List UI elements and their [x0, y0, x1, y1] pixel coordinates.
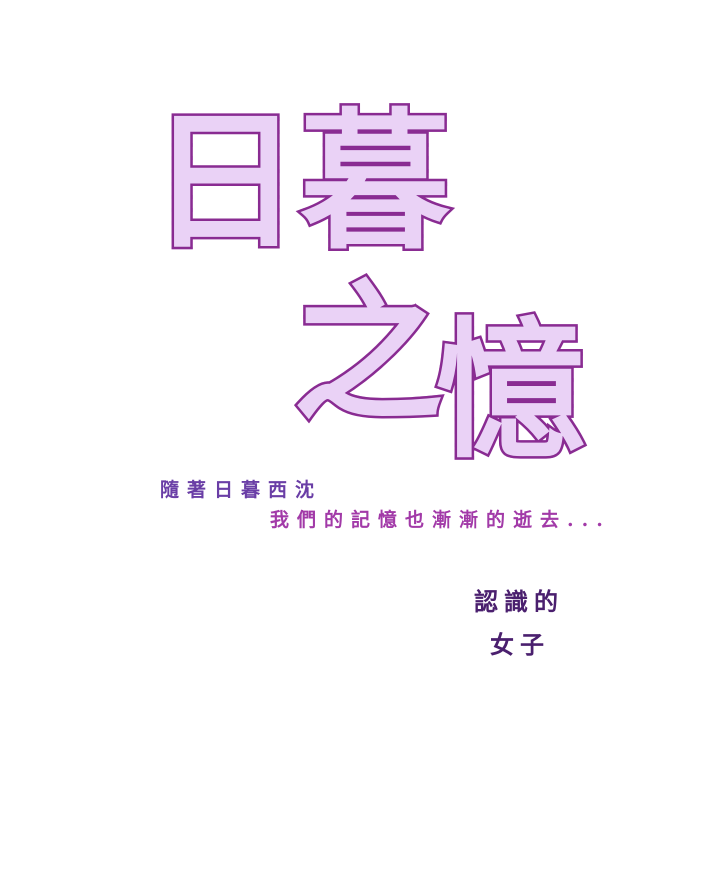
title-char-yi: 憶 — [433, 305, 588, 479]
footer-line-1: 認識的 — [474, 587, 564, 616]
title-char-mu: 暮 — [297, 96, 452, 270]
title-char-zhi: 之 — [290, 268, 445, 442]
subtitle-line-1: 隨著日暮西沈 — [160, 479, 323, 501]
footer-line-2: 女子 — [490, 630, 550, 659]
title-char-ri: 日 — [147, 96, 302, 270]
subtitle-line-2: 我們的記憶也漸漸的逝去... — [270, 509, 611, 531]
